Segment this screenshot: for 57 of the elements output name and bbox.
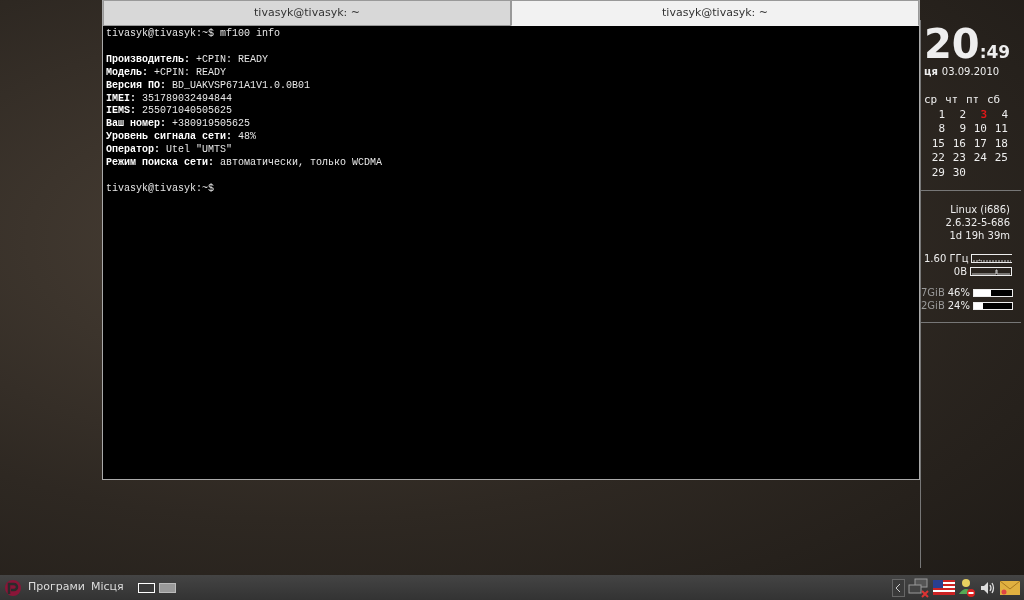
- output-line: Оператор: Utel "UMTS": [106, 144, 234, 158]
- shell-prompt: tivasyk@tivasyk:~$: [106, 182, 216, 196]
- user-icon[interactable]: [958, 577, 976, 598]
- clock-minutes: :49: [979, 44, 1011, 61]
- weekday-header: чт: [945, 93, 960, 108]
- graph-label: 1.60 ГГц: [924, 252, 969, 266]
- menu-button[interactable]: Місця: [90, 579, 124, 596]
- output-line: IMEI: 351789032494844: [106, 92, 234, 106]
- calendar-day: 4: [987, 107, 1008, 122]
- terminal-tab[interactable]: tivasyk@tivasyk: ~: [511, 0, 919, 26]
- output-line: Версия ПО: BD_UAKVSP671A1V1.0.0B01: [106, 79, 312, 93]
- flag-icon[interactable]: [933, 580, 955, 595]
- menu-button[interactable]: Програми: [28, 579, 85, 596]
- calendar-day: 22: [924, 151, 945, 166]
- memory-percent: 24%: [947, 299, 970, 313]
- calendar-day: 16: [945, 136, 966, 151]
- calendar-day: 3: [966, 107, 987, 122]
- system-info: Linux (i686): [949, 203, 1010, 216]
- calendar-day: 10: [966, 122, 987, 137]
- memory-percent: 46%: [947, 286, 970, 300]
- output-line: Производитель: +CPIN: READY: [106, 53, 270, 67]
- date-label: 03.09.2010: [941, 65, 1000, 79]
- calendar-day: 9: [945, 122, 966, 137]
- output-line: IEMS: 255071040505625: [106, 105, 234, 119]
- calendar-day: 29: [924, 165, 945, 180]
- output-line: Модель: +CPIN: READY: [106, 66, 228, 80]
- terminal-tab[interactable]: tivasyk@tivasyk: ~: [103, 0, 511, 26]
- system-info: 1d 19h 39m: [948, 229, 1010, 242]
- calendar-day: 18: [987, 136, 1008, 151]
- weekday-header: ср: [924, 93, 939, 108]
- command-line: tivasyk@tivasyk:~$ mf100 info: [106, 28, 282, 41]
- calendar-day: 8: [924, 122, 945, 137]
- workspace-button[interactable]: [158, 582, 176, 593]
- calendar-day: 1: [924, 107, 945, 122]
- calendar-day: 24: [966, 151, 987, 166]
- weekday-header: сб: [987, 93, 1002, 108]
- calendar-day: 25: [987, 151, 1008, 166]
- calendar-day: 17: [966, 136, 987, 151]
- memory-size: 7GiB: [921, 286, 945, 300]
- clock-hours: 20: [924, 24, 980, 64]
- weekday-label: ця: [924, 65, 938, 79]
- system-info: 2.6.32-5-686: [944, 216, 1010, 229]
- memory-size: 2GiB: [921, 299, 945, 313]
- chevron-icon[interactable]: [892, 578, 905, 597]
- weekday-header: пт: [966, 93, 981, 108]
- calendar-day: 15: [924, 136, 945, 151]
- calendar-day: 2: [945, 107, 966, 122]
- activity-graph: [971, 254, 1012, 263]
- calendar-day: 23: [945, 151, 966, 166]
- graph-label: 0B: [953, 265, 967, 279]
- output-line: Уровень сигнала сети: 48%: [106, 131, 258, 144]
- calendar-day: 30: [945, 165, 966, 180]
- activity-graph: [970, 267, 1012, 276]
- output-line: Ваш номер: +380919505625: [106, 118, 252, 132]
- output-line: Режим поиска сети: автоматически, только WCDMA: [106, 157, 384, 170]
- mail-icon[interactable]: [1000, 580, 1020, 595]
- calendar-day: 11: [987, 122, 1008, 137]
